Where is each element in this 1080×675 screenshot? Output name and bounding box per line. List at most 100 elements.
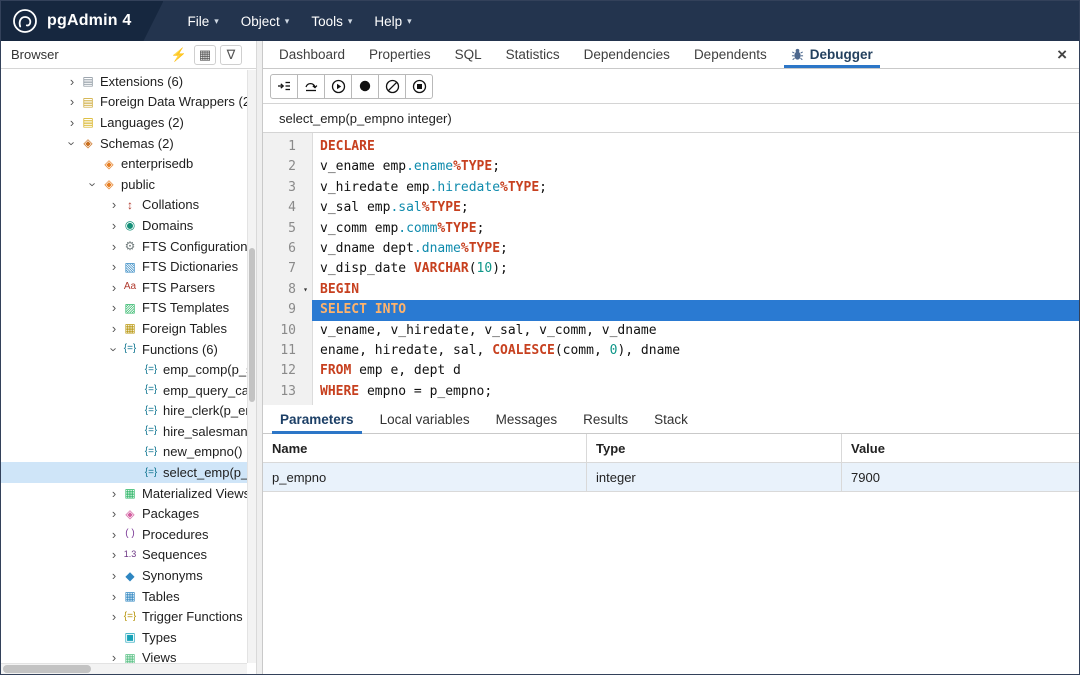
tree-item-emp-query-calle[interactable]: {=}emp_query_calle [1, 380, 256, 401]
line-number[interactable]: 5 [263, 219, 299, 239]
expand-caret-icon[interactable]: › [107, 548, 121, 561]
expand-caret-icon[interactable]: › [107, 610, 121, 623]
code-line-1[interactable]: 1DECLARE [263, 137, 1079, 157]
code-line-3[interactable]: 3v_hiredate emp.hiredate%TYPE; [263, 178, 1079, 198]
grid-row[interactable]: p_empnointeger7900 [263, 463, 1079, 492]
tree-item-materialized-views[interactable]: ›▦Materialized Views [1, 483, 256, 504]
line-number[interactable]: 2 [263, 157, 299, 177]
code-line-2[interactable]: 2v_ename emp.ename%TYPE; [263, 157, 1079, 177]
tab-results[interactable]: Results [570, 405, 641, 433]
tree-item-fts-dictionaries[interactable]: ›▧FTS Dictionaries [1, 256, 256, 277]
tree-item-schemas-2[interactable]: ›◈Schemas (2) [1, 133, 256, 154]
step-into-button[interactable] [270, 74, 298, 99]
expand-caret-icon[interactable]: › [107, 322, 121, 335]
code-line-11[interactable]: 11ename, hiredate, sal, COALESCE(comm, 0… [263, 341, 1079, 361]
tab-messages[interactable]: Messages [483, 405, 571, 433]
tab-properties[interactable]: Properties [357, 41, 443, 68]
tree-item-languages-2[interactable]: ›▤Languages (2) [1, 112, 256, 133]
tree-item-select-emp-p-en[interactable]: {=}select_emp(p_en [1, 462, 256, 483]
clear-all-breakpoints-button[interactable] [378, 74, 406, 99]
code-line-10[interactable]: 10v_ename, v_hiredate, v_sal, v_comm, v_… [263, 321, 1079, 341]
expand-caret-icon[interactable]: › [107, 219, 121, 232]
toggle-breakpoint-button[interactable] [351, 74, 379, 99]
tree-item-enterprisedb[interactable]: ◈enterprisedb [1, 153, 256, 174]
line-number[interactable]: 13 [263, 382, 299, 402]
tab-parameters[interactable]: Parameters [267, 405, 367, 433]
scrollbar-thumb[interactable] [3, 665, 91, 673]
expand-caret-icon[interactable]: › [65, 75, 79, 88]
line-number[interactable]: 12 [263, 361, 299, 381]
quick-search-icon[interactable]: ⚡ [168, 45, 190, 65]
code-line-5[interactable]: 5v_comm emp.comm%TYPE; [263, 219, 1079, 239]
expand-caret-icon[interactable]: › [107, 569, 121, 582]
tab-debugger[interactable]: Debugger [779, 41, 885, 68]
line-number[interactable]: 8 [263, 280, 299, 300]
expand-caret-icon[interactable]: › [65, 95, 79, 108]
line-number[interactable]: 1 [263, 137, 299, 157]
grid-view-icon[interactable]: ▦ [194, 45, 216, 65]
tree-item-fts-templates[interactable]: ›▨FTS Templates [1, 298, 256, 319]
tree-item-synonyms[interactable]: ›◆Synonyms [1, 565, 256, 586]
close-icon[interactable]: × [1057, 46, 1067, 63]
tab-stack[interactable]: Stack [641, 405, 701, 433]
tree-vertical-scrollbar[interactable] [247, 70, 256, 663]
code-line-8[interactable]: 8▾BEGIN [263, 280, 1079, 300]
tree-item-foreign-tables[interactable]: ›▦Foreign Tables [1, 318, 256, 339]
tree-item-sequences[interactable]: ›1.3Sequences [1, 545, 256, 566]
tree-item-public[interactable]: ›◈public [1, 174, 256, 195]
filter-icon[interactable]: ∇ [220, 45, 242, 65]
panel-splitter[interactable] [256, 41, 263, 674]
menu-help[interactable]: Help▾ [364, 8, 421, 35]
tree-item-procedures[interactable]: ›( )Procedures [1, 524, 256, 545]
tree-item-functions-6[interactable]: ›{=}Functions (6) [1, 339, 256, 360]
tab-dependents[interactable]: Dependents [682, 41, 779, 68]
fold-marker-icon[interactable]: ▾ [299, 280, 312, 300]
line-number[interactable]: 6 [263, 239, 299, 259]
tree-item-trigger-functions[interactable]: ›{=}Trigger Functions [1, 606, 256, 627]
code-line-13[interactable]: 13WHERE empno = p_empno; [263, 382, 1079, 402]
code-line-4[interactable]: 4v_sal emp.sal%TYPE; [263, 198, 1079, 218]
expand-caret-icon[interactable]: › [107, 507, 121, 520]
code-line-9[interactable]: 9SELECT INTO [263, 300, 1079, 320]
tree-item-fts-configurations[interactable]: ›⚙FTS Configurations [1, 236, 256, 257]
tree-item-domains[interactable]: ›◉Domains [1, 215, 256, 236]
tab-local-variables[interactable]: Local variables [367, 405, 483, 433]
tree-item-hire-salesman-p[interactable]: {=}hire_salesman(p [1, 421, 256, 442]
tab-dependencies[interactable]: Dependencies [572, 41, 682, 68]
tree-item-types[interactable]: ▣Types [1, 627, 256, 648]
menu-object[interactable]: Object▾ [231, 8, 300, 35]
continue-button[interactable] [324, 74, 352, 99]
tree-item-new-empno[interactable]: {=}new_empno() [1, 442, 256, 463]
tree-item-packages[interactable]: ›◈Packages [1, 503, 256, 524]
expand-caret-icon[interactable]: › [107, 528, 121, 541]
collapse-caret-icon[interactable]: › [87, 177, 100, 191]
tree-item-foreign-data-wrappers-2[interactable]: ›▤Foreign Data Wrappers (2) [1, 92, 256, 113]
line-number[interactable]: 9 [263, 300, 299, 320]
menu-tools[interactable]: Tools▾ [301, 8, 362, 35]
tree-horizontal-scrollbar[interactable] [1, 663, 247, 674]
tree-item-fts-parsers[interactable]: ›AaFTS Parsers [1, 277, 256, 298]
code-line-6[interactable]: 6v_dname dept.dname%TYPE; [263, 239, 1079, 259]
expand-caret-icon[interactable]: › [107, 487, 121, 500]
tab-dashboard[interactable]: Dashboard [267, 41, 357, 68]
line-number[interactable]: 11 [263, 341, 299, 361]
expand-caret-icon[interactable]: › [107, 198, 121, 211]
collapse-caret-icon[interactable]: › [108, 342, 121, 356]
tree-item-emp-comp-p-sa[interactable]: {=}emp_comp(p_sa [1, 359, 256, 380]
stop-button[interactable] [405, 74, 433, 99]
tree-item-tables[interactable]: ›▦Tables [1, 586, 256, 607]
expand-caret-icon[interactable]: › [107, 590, 121, 603]
tab-sql[interactable]: SQL [443, 41, 494, 68]
code-line-7[interactable]: 7v_disp_date VARCHAR(10); [263, 259, 1079, 279]
expand-caret-icon[interactable]: › [65, 116, 79, 129]
expand-caret-icon[interactable]: › [107, 240, 121, 253]
scrollbar-thumb[interactable] [249, 248, 255, 402]
line-number[interactable]: 3 [263, 178, 299, 198]
tab-statistics[interactable]: Statistics [494, 41, 572, 68]
code-line-12[interactable]: 12FROM emp e, dept d [263, 361, 1079, 381]
line-number[interactable]: 7 [263, 259, 299, 279]
tree-item-hire-clerk-p-enar[interactable]: {=}hire_clerk(p_enar [1, 401, 256, 422]
collapse-caret-icon[interactable]: › [66, 136, 79, 150]
line-number[interactable]: 10 [263, 321, 299, 341]
expand-caret-icon[interactable]: › [107, 281, 121, 294]
